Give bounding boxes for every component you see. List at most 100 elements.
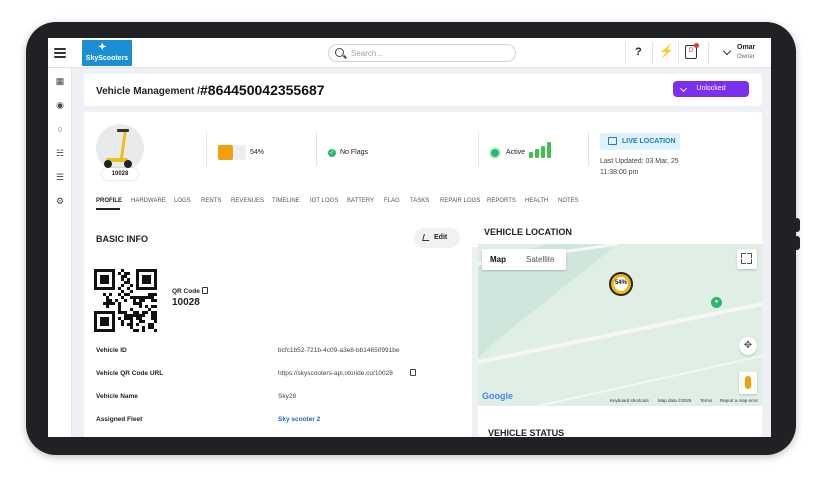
divider [588,132,589,166]
tab-flag[interactable]: FLAG [384,198,400,204]
satellite-button[interactable]: Satellite [526,255,554,264]
scooter-image [96,124,144,172]
tab-repair-logs[interactable]: REPAIR LOGS [440,198,480,204]
user-name[interactable]: Omar [737,44,755,51]
keyboard-shortcuts-link[interactable]: Keyboard shortcuts [610,398,649,403]
flag-status-icon: ✓ [328,149,336,157]
live-location-button[interactable]: LIVE LOCATION [600,133,680,150]
lock-status-label: Unlocked [696,85,726,92]
map-button[interactable]: Map [490,255,506,264]
tab-iot-logs[interactable]: IOT LOGS [310,198,338,204]
logo-text: SkyScooters [85,55,129,62]
tab-health[interactable]: HEALTH [525,198,548,204]
battery-percentage: 54% [250,149,265,156]
qr-url-label: Vehicle QR Code URL [96,370,164,377]
basic-info-title: BASIC INFO [96,234,149,244]
tab-revenues[interactable]: REVENUES [231,198,264,204]
map-view[interactable]: Map Satellite 54% ● ✥ Google Keyboard sh… [478,244,762,406]
report-error-link[interactable]: Report a map error [720,398,758,403]
edit-label: Edit [434,234,448,241]
live-location-label: LIVE LOCATION [622,138,676,145]
layers-icon[interactable]: ☰ [55,172,65,182]
map-icon [608,137,617,145]
battery-indicator [218,145,246,160]
search-icon [335,48,344,57]
chevron-down-icon [679,84,688,93]
divider [478,132,479,166]
map-pan-control-icon[interactable]: ✥ [739,337,757,355]
map-icon[interactable]: ▦ [55,76,65,86]
divider [316,132,317,166]
active-tab-indicator [96,208,120,210]
copy-icon[interactable] [410,369,416,376]
tab-logs[interactable]: LOGS [174,198,191,204]
qr-code-label: QR Code [172,288,200,295]
map-data-text: Map data ©2025 [658,398,692,403]
vehicle-location-card: VEHICLE LOCATION Map Satellite 54% ● ✥ G… [478,214,762,437]
fullscreen-icon[interactable] [737,249,757,269]
scooter-number-tag: 10028 [102,168,138,180]
pegman-icon[interactable] [739,372,757,394]
vehicle-id-label: Vehicle ID [96,347,127,354]
divider [625,42,626,64]
page-title: #864450042355687 [200,82,325,98]
chevron-down-icon[interactable] [722,46,732,56]
vehicle-status-title: VEHICLE STATUS [488,428,565,437]
vehicle-id-value: bcfc1b52-721b-4c09-a3e8-bb14650991be [278,347,400,354]
question-icon[interactable]: ? [635,46,642,58]
tab-notes[interactable]: NOTES [558,198,579,204]
google-logo: Google [482,391,513,401]
tablet-side-button [794,236,800,250]
signal-bar [535,149,539,158]
signal-strength-icon [529,142,551,158]
bicycle-icon[interactable]: ◉ [55,100,65,110]
divider [652,42,653,64]
qr-code-image [94,269,157,332]
pencil-icon [422,234,431,241]
assigned-fleet-link[interactable]: Sky scooter 2 [278,416,320,423]
terms-link[interactable]: Terms [700,398,712,403]
sidebar: ▦ ◉ ○ ☵ ☰ ⚙ [48,68,72,437]
tab-profile[interactable]: PROFILE [96,198,122,204]
tab-reports[interactable]: REPORTS [487,198,516,204]
divider [206,132,207,166]
last-updated: Last Updated: 03 Mar, 25 11:38:00 pm [600,156,690,178]
active-status: Active [506,149,526,156]
tab-battery[interactable]: BATTERY [347,198,374,204]
brand-logo[interactable]: ✦ SkyScooters [82,40,132,66]
park-poi-icon[interactable]: ● [711,297,722,308]
map-type-toggle: Map Satellite [482,249,566,270]
assigned-fleet-label: Assigned Fleet [96,416,143,423]
battery-fill [218,145,234,160]
qr-code-value: 10028 [172,297,200,308]
tab-hardware[interactable]: HARDWARE [131,198,166,204]
tab-tasks[interactable]: TASKS [410,198,429,204]
user-role: Owner [737,54,755,60]
breadcrumb[interactable]: Vehicle Management / [96,86,200,97]
qr-url-value: https://skyscooters-api.otoride.co/10028 [278,370,393,377]
tab-rents[interactable]: RENTS [201,198,221,204]
header-card: Vehicle Management / #864450042355687 Un… [84,74,762,106]
divider [708,42,709,64]
hierarchy-icon[interactable]: ☵ [55,148,65,158]
divider [678,42,679,64]
last-updated-time: 11:38:00 pm [600,169,639,176]
lock-status-dropdown[interactable]: Unlocked [673,81,749,97]
charging-icon[interactable]: ⚡ [659,44,674,58]
top-bar: ✦ SkyScooters Search... ? ⚡ D Omar Owner [48,38,771,68]
edit-button[interactable]: Edit [414,228,460,248]
tab-timeline[interactable]: TIMELINE [272,198,300,204]
signal-bar [529,152,533,158]
copy-icon[interactable] [202,287,208,294]
signal-bar [541,146,545,158]
tablet-side-button [794,218,800,232]
search-placeholder: Search... [351,49,384,58]
vehicle-location-title: VEHICLE LOCATION [484,227,572,237]
gear-icon[interactable]: ⚙ [55,196,65,206]
vehicle-name-value: Sky28 [278,393,297,400]
search-input[interactable]: Search... [328,44,516,62]
scooter-icon[interactable]: ○ [55,124,65,134]
menu-icon[interactable] [54,46,66,58]
basic-info-card: BASIC INFO Edit QR Code 10028 Vehicle ID… [84,214,472,437]
scooter-map-marker[interactable]: 54% [609,272,633,296]
